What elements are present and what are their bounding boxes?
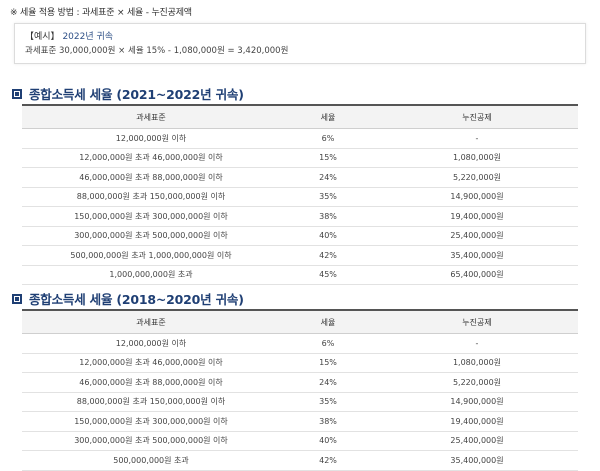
cell-deduction: 35,400,000원 <box>376 245 578 266</box>
header-tax-base: 과세표준 <box>22 309 280 334</box>
table-row: 300,000,000원 초과 500,000,000원 이하 40% 25,400… <box>22 226 578 246</box>
cell-tax-base: 12,000,000원 이하 <box>22 333 280 354</box>
cell-rate: 38% <box>280 206 376 227</box>
cell-tax-base: 150,000,000원 초과 300,000,000원 이하 <box>22 206 280 227</box>
cell-deduction: 14,900,000원 <box>376 187 578 207</box>
table-row: 12,000,000원 초과 46,000,000원 이하 15% 1,080,00… <box>22 353 578 373</box>
cell-deduction: 1,080,000원 <box>376 148 578 168</box>
cell-rate: 42% <box>280 450 376 471</box>
table-row: 46,000,000원 초과 88,000,000원 이하 24% 5,220,00… <box>22 167 578 188</box>
table-row: 12,000,000원 이하 6% - <box>22 333 578 354</box>
header-tax-base: 과세표준 <box>22 104 280 129</box>
cell-deduction: 14,900,000원 <box>376 392 578 412</box>
cell-tax-base: 500,000,000원 초과 1,000,000,000원 이하 <box>22 245 280 266</box>
example-title: 【예시】 2022년 귀속 <box>25 31 575 43</box>
cell-deduction: 25,400,000원 <box>376 431 578 451</box>
cell-rate: 45% <box>280 265 376 285</box>
cell-deduction: - <box>376 333 578 354</box>
table-row: 150,000,000원 초과 300,000,000원 이하 38% 19,400… <box>22 411 578 432</box>
cell-rate: 38% <box>280 411 376 432</box>
table-row: 500,000,000원 초과 42% 35,400,000원 <box>22 450 578 471</box>
header-deduction: 누진공제 <box>376 309 578 334</box>
table-row: 12,000,000원 이하 6% - <box>22 128 578 149</box>
cell-tax-base: 12,000,000원 이하 <box>22 128 280 149</box>
cell-rate: 35% <box>280 187 376 207</box>
cell-deduction: 19,400,000원 <box>376 411 578 432</box>
cell-deduction: 5,220,000원 <box>376 167 578 188</box>
cell-tax-base: 88,000,000원 초과 150,000,000원 이하 <box>22 187 280 207</box>
example-year: 2022년 귀속 <box>62 32 114 42</box>
cell-tax-base: 12,000,000원 초과 46,000,000원 이하 <box>22 148 280 168</box>
cell-rate: 15% <box>280 148 376 168</box>
cell-rate: 42% <box>280 245 376 266</box>
cell-tax-base: 88,000,000원 초과 150,000,000원 이하 <box>22 392 280 412</box>
square-bullet-icon <box>12 88 22 99</box>
cell-rate: 15% <box>280 353 376 373</box>
table-row: 46,000,000원 초과 88,000,000원 이하 24% 5,220,00… <box>22 372 578 393</box>
cell-rate: 6% <box>280 333 376 354</box>
example-formula: 과세표준 30,000,000원 × 세율 15% - 1,080,000원 =… <box>25 46 289 56</box>
example-box: 【예시】 2022년 귀속 과세표준 30,000,000원 × 세율 15% … <box>14 23 586 64</box>
cell-tax-base: 300,000,000원 초과 500,000,000원 이하 <box>22 226 280 246</box>
table-body: 12,000,000원 이하 6% -12,000,000원 초과 46,000,0… <box>22 333 578 471</box>
section-title-text: 종합소득세 세율 (2018~2020년 귀속) <box>29 292 244 307</box>
table-row: 12,000,000원 초과 46,000,000원 이하 15% 1,080,00… <box>22 148 578 168</box>
square-bullet-icon <box>12 293 22 304</box>
header-rate: 세율 <box>280 104 376 129</box>
cell-tax-base: 46,000,000원 초과 88,000,000원 이하 <box>22 167 280 188</box>
cell-tax-base: 12,000,000원 초과 46,000,000원 이하 <box>22 353 280 373</box>
table-row: 300,000,000원 초과 500,000,000원 이하 40% 25,400… <box>22 431 578 451</box>
cell-deduction: - <box>376 128 578 149</box>
table-header-row: 과세표준 세율 누진공제 <box>22 309 578 334</box>
cell-rate: 24% <box>280 372 376 393</box>
cell-deduction: 35,400,000원 <box>376 450 578 471</box>
cell-rate: 40% <box>280 226 376 246</box>
cell-rate: 40% <box>280 431 376 451</box>
header-rate: 세율 <box>280 309 376 334</box>
section-title-text: 종합소득세 세율 (2021~2022년 귀속) <box>29 87 244 102</box>
cell-tax-base: 1,000,000,000원 초과 <box>22 265 280 285</box>
cell-rate: 35% <box>280 392 376 412</box>
formula-note: ※ 세율 적용 방법 : 과세표준 × 세율 - 누진공제액 <box>10 8 192 18</box>
section-title-2018-2020: 종합소득세 세율 (2018~2020년 귀속) <box>12 289 244 308</box>
cell-deduction: 65,400,000원 <box>376 265 578 285</box>
cell-rate: 24% <box>280 167 376 188</box>
cell-deduction: 5,220,000원 <box>376 372 578 393</box>
table-header-row: 과세표준 세율 누진공제 <box>22 104 578 129</box>
cell-deduction: 25,400,000원 <box>376 226 578 246</box>
cell-rate: 6% <box>280 128 376 149</box>
table-row: 500,000,000원 초과 1,000,000,000원 이하 42% 35,4… <box>22 245 578 266</box>
cell-tax-base: 150,000,000원 초과 300,000,000원 이하 <box>22 411 280 432</box>
cell-deduction: 1,080,000원 <box>376 353 578 373</box>
table-row: 88,000,000원 초과 150,000,000원 이하 35% 14,900,… <box>22 187 578 207</box>
tax-rate-table-2021-2022: 과세표준 세율 누진공제 12,000,000원 이하 6% -12,000,000… <box>22 104 578 285</box>
tax-rate-table-2018-2020: 과세표준 세율 누진공제 12,000,000원 이하 6% -12,000,000… <box>22 309 578 471</box>
cell-tax-base: 300,000,000원 초과 500,000,000원 이하 <box>22 431 280 451</box>
cell-tax-base: 500,000,000원 초과 <box>22 450 280 471</box>
cell-tax-base: 46,000,000원 초과 88,000,000원 이하 <box>22 372 280 393</box>
table-row: 88,000,000원 초과 150,000,000원 이하 35% 14,900,… <box>22 392 578 412</box>
header-deduction: 누진공제 <box>376 104 578 129</box>
table-row: 150,000,000원 초과 300,000,000원 이하 38% 19,400… <box>22 206 578 227</box>
table-body: 12,000,000원 이하 6% -12,000,000원 초과 46,000,0… <box>22 128 578 285</box>
table-row: 1,000,000,000원 초과 45% 65,400,000원 <box>22 265 578 285</box>
example-tag: 【예시】 <box>25 32 60 42</box>
cell-deduction: 19,400,000원 <box>376 206 578 227</box>
section-title-2021-2022: 종합소득세 세율 (2021~2022년 귀속) <box>12 84 244 103</box>
